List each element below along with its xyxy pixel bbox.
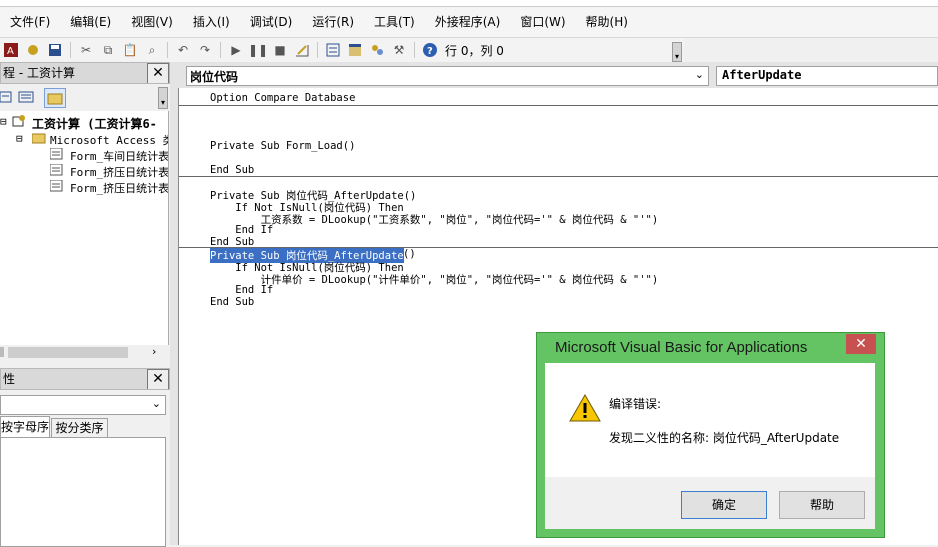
toolbox-icon[interactable]: ⚒ bbox=[390, 41, 408, 59]
warning-icon bbox=[569, 393, 601, 423]
view-object-icon[interactable] bbox=[18, 90, 34, 104]
project-panel-title-bar: 程 - 工资计算 ✕ bbox=[0, 62, 170, 84]
dialog-body: 编译错误: 发现二义性的名称: 岗位代码_AfterUpdate 确定 帮助 bbox=[545, 363, 875, 529]
menu-view[interactable]: 视图(V) bbox=[121, 11, 183, 33]
tree-item[interactable]: Form_车间日统计表 bbox=[70, 148, 168, 164]
tree-project-root[interactable]: 工资计算 (工资计算6- bbox=[32, 115, 157, 132]
object-dropdown-value: 岗位代码 bbox=[190, 70, 239, 84]
panel-toolbar-overflow-icon[interactable]: ▾ bbox=[158, 87, 168, 109]
menu-help[interactable]: 帮助(H) bbox=[576, 11, 638, 33]
view-access-icon[interactable]: A bbox=[2, 41, 20, 59]
save-icon[interactable] bbox=[46, 41, 64, 59]
view-code-icon[interactable] bbox=[0, 90, 12, 104]
window-title-strip bbox=[0, 0, 938, 7]
cut-icon[interactable]: ✂ bbox=[77, 41, 95, 59]
error-dialog: Microsoft Visual Basic for Applications … bbox=[536, 332, 885, 538]
code-line: Private Sub Form_Load() bbox=[210, 140, 356, 152]
procedure-dropdown-value: AfterUpdate bbox=[722, 68, 802, 82]
properties-panel-close-icon[interactable]: ✕ bbox=[147, 369, 169, 389]
procedure-separator bbox=[179, 176, 938, 177]
toolbar: A ✂ ⧉ 📋 ⌕ ↶ ↷ ▶ ❚❚ ■ ⚒ ? 行 0，列 0 bbox=[0, 38, 684, 63]
tree-folder-access-objects[interactable]: Microsoft Access 类 bbox=[50, 132, 168, 148]
object-browser-icon[interactable] bbox=[368, 41, 386, 59]
redo-icon[interactable]: ↷ bbox=[196, 41, 214, 59]
properties-grid[interactable] bbox=[0, 437, 166, 547]
toolbar-separator bbox=[167, 42, 168, 58]
copy-icon[interactable]: ⧉ bbox=[99, 41, 117, 59]
form-module-icon bbox=[49, 179, 64, 192]
menu-run[interactable]: 运行(R) bbox=[302, 11, 364, 33]
project-tree: ⊟ 工资计算 (工资计算6- ⊟ Microsoft Access 类 Form… bbox=[0, 111, 169, 345]
project-panel-toolbar: ▾ bbox=[0, 85, 168, 112]
tree-item[interactable]: Form_挤压日统计表 bbox=[70, 180, 168, 196]
svg-text:A: A bbox=[7, 46, 14, 57]
menu-insert[interactable]: 插入(I) bbox=[183, 11, 240, 33]
code-line: 计件单价 = DLookup("计件单价", "岗位", "岗位代码='" & … bbox=[210, 274, 659, 286]
properties-panel-title: 性 bbox=[3, 372, 16, 386]
menu-tools[interactable]: 工具(T) bbox=[364, 11, 425, 33]
folder-icon bbox=[31, 132, 46, 144]
find-icon[interactable]: ⌕ bbox=[143, 41, 161, 59]
dialog-title: Microsoft Visual Basic for Applications bbox=[555, 339, 808, 356]
undo-icon[interactable]: ↶ bbox=[174, 41, 192, 59]
menu-addins[interactable]: 外接程序(A) bbox=[425, 11, 511, 33]
toolbar-separator bbox=[414, 42, 415, 58]
dialog-footer: 确定 帮助 bbox=[545, 477, 875, 529]
code-line: End Sub bbox=[210, 296, 255, 308]
toolbar-separator bbox=[220, 42, 221, 58]
insert-module-icon[interactable] bbox=[24, 41, 42, 59]
dialog-close-icon[interactable]: ✕ bbox=[846, 334, 876, 354]
form-module-icon bbox=[49, 163, 64, 176]
tree-expander-icon[interactable]: ⊟ bbox=[0, 115, 7, 128]
scrollbar-thumb[interactable] bbox=[8, 347, 128, 358]
tab-alphabetic[interactable]: 按字母序 bbox=[0, 416, 50, 437]
properties-panel-title-bar: 性 ✕ bbox=[0, 368, 170, 390]
code-line: () bbox=[403, 248, 416, 260]
menu-debug[interactable]: 调试(D) bbox=[240, 11, 303, 33]
paste-icon[interactable]: 📋 bbox=[121, 41, 139, 59]
project-panel-title: 程 - 工资计算 bbox=[3, 66, 75, 80]
code-line: End If bbox=[210, 224, 274, 236]
toolbar-overflow-chevron-icon[interactable]: ▾ bbox=[672, 42, 682, 62]
code-line: End If bbox=[210, 284, 274, 296]
run-icon[interactable]: ▶ bbox=[227, 41, 245, 59]
project-panel-close-icon[interactable]: ✕ bbox=[147, 63, 169, 83]
menu-edit[interactable]: 编辑(E) bbox=[60, 11, 121, 33]
code-line: 工资系数 = DLookup("工资系数", "岗位", "岗位代码='" & … bbox=[210, 214, 659, 226]
procedure-separator bbox=[179, 105, 938, 106]
form-module-icon bbox=[49, 147, 64, 160]
help-icon[interactable]: ? bbox=[421, 41, 439, 59]
tree-expander-icon[interactable]: ⊟ bbox=[16, 132, 23, 145]
project-horizontal-scrollbar[interactable]: › bbox=[0, 345, 168, 360]
project-explorer-icon[interactable] bbox=[324, 41, 342, 59]
tab-categorized[interactable]: 按分类序 bbox=[51, 418, 108, 438]
toggle-folders-icon[interactable] bbox=[44, 88, 66, 108]
scroll-right-arrow-icon[interactable]: › bbox=[152, 345, 156, 358]
scroll-left-arrow-icon[interactable] bbox=[0, 347, 4, 357]
design-mode-icon[interactable] bbox=[293, 41, 311, 59]
pause-icon[interactable]: ❚❚ bbox=[248, 41, 268, 59]
properties-object-select[interactable]: ⌄ bbox=[0, 395, 166, 415]
tree-item[interactable]: Form_挤压日统计表 bbox=[70, 164, 168, 180]
code-line: Option Compare Database bbox=[210, 92, 356, 104]
chevron-down-icon: ⌄ bbox=[694, 68, 704, 81]
properties-icon[interactable] bbox=[346, 41, 364, 59]
menu-window[interactable]: 窗口(W) bbox=[510, 11, 575, 33]
code-line: End Sub bbox=[210, 164, 255, 176]
procedure-dropdown[interactable]: AfterUpdate bbox=[716, 66, 938, 86]
cursor-position: 行 0，列 0 bbox=[445, 43, 504, 58]
chevron-down-icon: ⌄ bbox=[151, 397, 161, 410]
help-button[interactable]: 帮助 bbox=[779, 491, 865, 519]
toolbar-separator bbox=[70, 42, 71, 58]
object-dropdown[interactable]: 岗位代码 ⌄ bbox=[186, 66, 709, 86]
menu-file[interactable]: 文件(F) bbox=[0, 11, 60, 33]
svg-text:?: ? bbox=[427, 46, 433, 57]
ok-button[interactable]: 确定 bbox=[681, 491, 767, 519]
stop-icon[interactable]: ■ bbox=[271, 41, 289, 59]
project-icon bbox=[12, 114, 26, 128]
toolbar-separator bbox=[317, 42, 318, 58]
dialog-message: 发现二义性的名称: 岗位代码_AfterUpdate bbox=[609, 431, 840, 445]
dialog-heading: 编译错误: bbox=[609, 397, 662, 411]
menu-bar: 文件(F) 编辑(E) 视图(V) 插入(I) 调试(D) 运行(R) 工具(T… bbox=[0, 7, 938, 38]
